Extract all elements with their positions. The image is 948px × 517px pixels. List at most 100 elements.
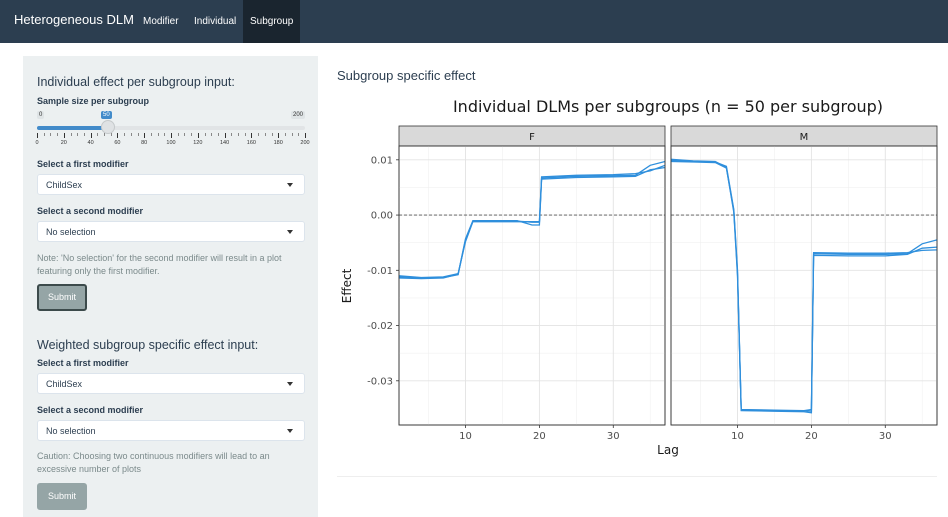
tab-individual[interactable]: Individual: [187, 0, 243, 43]
slider-minor-tick: [258, 133, 260, 136]
slider-tick: [144, 133, 146, 138]
chevron-down-icon: [287, 429, 293, 433]
y-tick-label: -0.03: [367, 376, 393, 387]
individual-submit-button[interactable]: Submit: [37, 284, 87, 311]
slider-tick-label: 160: [246, 140, 256, 146]
facet-label: M: [800, 132, 809, 143]
slider-tick-label: 180: [273, 140, 283, 146]
slider-tick-label: 40: [87, 140, 94, 146]
slider-minor-tick: [284, 133, 286, 136]
second-modifier-label: Select a second modifier: [37, 206, 144, 216]
weighted-second-modifier-select[interactable]: No selection: [37, 420, 305, 441]
x-tick-label: 20: [533, 431, 546, 442]
first-modifier-select[interactable]: ChildSex: [37, 174, 305, 195]
slider-tick: [117, 133, 119, 138]
x-tick-label: 20: [805, 431, 818, 442]
slider-minor-tick: [83, 133, 85, 136]
first-modifier-value: ChildSex: [46, 180, 83, 190]
slider-tick-label: 140: [220, 140, 230, 146]
weighted-caution-note: Caution: Choosing two continuous modifie…: [37, 451, 270, 474]
tab-subgroup[interactable]: Subgroup: [243, 0, 301, 43]
slider-minor-tick: [70, 133, 72, 136]
slider-tick-label: 120: [193, 140, 203, 146]
slider-tick-label: 60: [114, 140, 121, 146]
slider-tick: [197, 133, 199, 138]
weighted-second-modifier-value: No selection: [46, 426, 96, 436]
slider-minor-tick: [211, 133, 213, 136]
slider-minor-tick: [110, 133, 112, 136]
facet-label: F: [529, 132, 535, 143]
y-axis-label: Effect: [340, 268, 354, 303]
weighted-first-modifier-select[interactable]: ChildSex: [37, 373, 305, 394]
tab-modifier[interactable]: Modifier: [136, 0, 186, 43]
page-title: Subgroup specific effect: [337, 68, 476, 83]
slider-tick: [37, 133, 38, 138]
slider-fill: [37, 126, 109, 130]
slider-tick: [171, 133, 172, 138]
x-tick-label: 10: [731, 431, 744, 442]
slider-ticks: 0 20 40 60 80 100 120 140 160 180 200: [35, 133, 310, 149]
slider-handle[interactable]: [101, 120, 115, 134]
y-tick-label: 0.01: [371, 155, 393, 166]
slider-minor-tick: [291, 133, 293, 136]
weighted-submit-button[interactable]: Submit: [37, 483, 87, 510]
x-tick-label: 30: [879, 431, 892, 442]
subgroup-effect-chart: Individual DLMs per subgroups (n = 50 pe…: [340, 97, 938, 457]
slider-minor-tick: [264, 133, 266, 136]
slider-minor-tick: [298, 133, 300, 136]
slider-minor-tick: [57, 133, 59, 136]
sidebar-panel: Individual effect per subgroup input: Sa…: [23, 56, 318, 517]
slider-max-label: 200: [291, 111, 306, 119]
individual-section-title: Individual effect per subgroup input:: [37, 75, 235, 89]
slider-minor-tick: [130, 133, 132, 136]
navbar: Heterogeneous DLM Modifier Individual Su…: [0, 0, 948, 43]
slider-tick: [90, 133, 92, 138]
first-modifier-label: Select a first modifier: [37, 159, 129, 169]
slider-minor-tick: [244, 133, 246, 136]
x-tick-label: 30: [607, 431, 620, 442]
individual-note: Note: 'No selection' for the second modi…: [37, 253, 282, 276]
sample-size-slider[interactable]: [37, 126, 305, 130]
weighted-section-title: Weighted subgroup specific effect input:: [37, 338, 259, 352]
slider-tick: [224, 133, 226, 138]
slider-minor-tick: [137, 133, 139, 136]
x-tick-label: 10: [459, 431, 472, 442]
chevron-down-icon: [287, 230, 293, 234]
panel-background: [670, 145, 938, 426]
weighted-first-modifier-value: ChildSex: [46, 379, 83, 389]
slider-minor-tick: [50, 133, 52, 136]
slider-minor-tick: [238, 133, 239, 136]
slider-tick: [305, 133, 306, 138]
slider-minor-tick: [157, 133, 159, 136]
slider-minor-tick: [271, 133, 273, 136]
second-modifier-value: No selection: [46, 227, 96, 237]
navbar-brand[interactable]: Heterogeneous DLM: [14, 12, 134, 27]
y-tick-label: 0.00: [371, 211, 393, 222]
weighted-first-modifier-label: Select a first modifier: [37, 358, 129, 368]
slider-tick-label: 200: [300, 140, 310, 146]
slider-minor-tick: [191, 133, 193, 136]
slider-minor-tick: [104, 133, 105, 136]
slider-tick: [278, 133, 280, 138]
slider-minor-tick: [204, 133, 206, 136]
chevron-down-icon: [287, 183, 293, 187]
slider-minor-tick: [43, 133, 45, 136]
slider-minor-tick: [177, 133, 179, 136]
slider-minor-tick: [97, 133, 99, 136]
slider-tick-label: 100: [166, 140, 176, 146]
slider-minor-tick: [184, 133, 186, 136]
slider-minor-tick: [164, 133, 166, 136]
slider-min-label: 0: [37, 111, 45, 119]
slider-tick: [251, 133, 253, 138]
y-tick-label: -0.02: [367, 321, 393, 332]
slider-tick-label: 80: [141, 140, 148, 146]
second-modifier-select[interactable]: No selection: [37, 221, 305, 242]
slider-tick-label: 20: [60, 140, 67, 146]
slider-tick: [63, 133, 65, 138]
slider-value-label: 50: [101, 111, 112, 119]
slider-minor-tick: [124, 133, 126, 136]
slider-minor-tick: [150, 133, 152, 136]
slider-minor-tick: [77, 133, 79, 136]
y-tick-label: -0.01: [367, 266, 393, 277]
sample-size-label: Sample size per subgroup: [37, 96, 150, 106]
